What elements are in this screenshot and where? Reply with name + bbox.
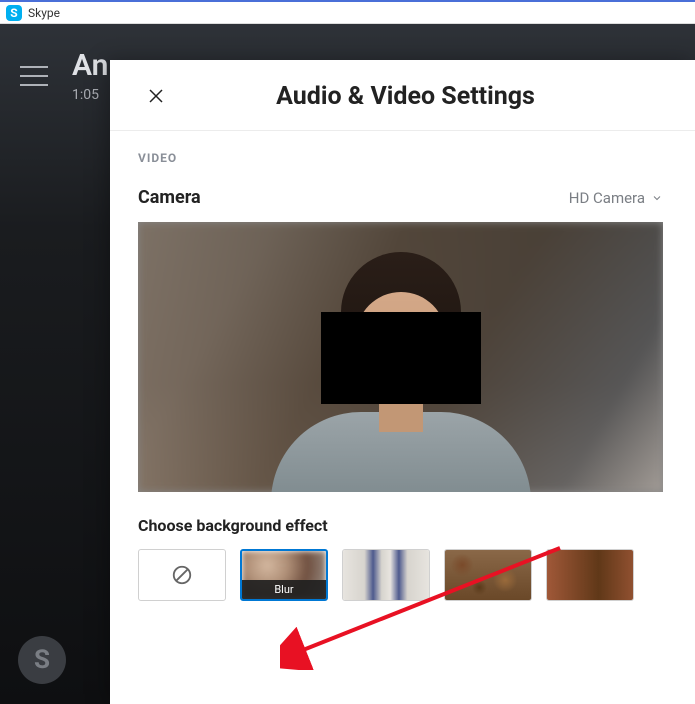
effect-tiles-thumbnail (343, 550, 429, 600)
effect-background-warm2[interactable] (546, 549, 634, 601)
camera-dropdown[interactable]: HD Camera (569, 189, 663, 207)
preview-person (281, 242, 521, 492)
panel-body: VIDEO Camera HD Camera Choose background… (110, 131, 695, 601)
window-titlebar: S Skype (0, 0, 695, 24)
skype-app-icon: S (6, 5, 22, 21)
face-redaction-block (321, 312, 481, 404)
none-icon (171, 564, 193, 586)
close-button[interactable] (140, 80, 172, 112)
camera-selected-value: HD Camera (569, 189, 645, 207)
effect-blur-caption: Blur (242, 580, 326, 599)
menu-icon[interactable] (20, 66, 48, 86)
audio-video-settings-panel: Audio & Video Settings VIDEO Camera HD C… (110, 60, 695, 704)
background-effect-label: Choose background effect (138, 516, 663, 535)
effect-blur[interactable]: Blur (240, 549, 328, 601)
effect-warm2-thumbnail (547, 550, 633, 600)
panel-header: Audio & Video Settings (110, 60, 695, 131)
effect-background-warm1[interactable] (444, 549, 532, 601)
window-title: Skype (28, 6, 60, 20)
effect-background-tiles[interactable] (342, 549, 430, 601)
close-icon (147, 87, 165, 105)
chevron-down-icon (651, 192, 663, 204)
camera-label: Camera (138, 187, 201, 208)
effect-none[interactable] (138, 549, 226, 601)
background-effects-list: Blur (138, 549, 663, 601)
video-section-label: VIDEO (138, 151, 663, 165)
skype-icon-letter: S (10, 6, 17, 20)
skype-watermark-icon: S (18, 636, 66, 684)
panel-title: Audio & Video Settings (172, 82, 671, 111)
camera-preview (138, 222, 663, 492)
call-title: An (72, 48, 108, 83)
effect-warm1-thumbnail (445, 550, 531, 600)
camera-row: Camera HD Camera (138, 187, 663, 208)
call-duration: 1:05 (72, 87, 108, 103)
